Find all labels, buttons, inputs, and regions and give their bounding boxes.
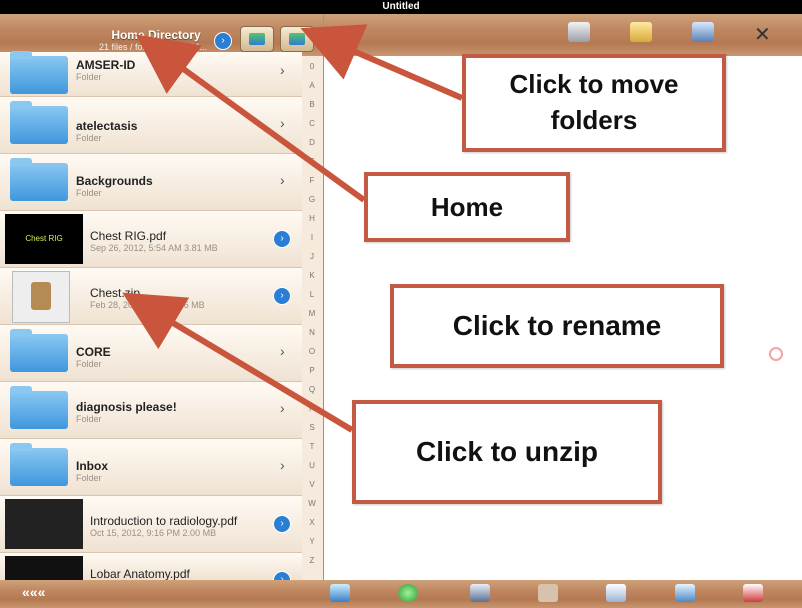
- callout-text: Click to rename: [452, 310, 662, 341]
- callout-text: Click to unzip: [416, 436, 598, 467]
- arrow-home: [135, 34, 366, 203]
- callout-text: Home: [430, 192, 504, 222]
- callout-move-folders: Click to move folders: [462, 54, 726, 152]
- callout-text: Click to move folders: [509, 69, 679, 135]
- callout-unzip: Click to unzip: [352, 400, 662, 504]
- callout-home: Home: [364, 172, 570, 242]
- arrow-unzip: [122, 292, 354, 433]
- callout-rename: Click to rename: [390, 284, 724, 368]
- arrow-move-folders: [300, 24, 464, 101]
- pointer-indicator: [769, 347, 783, 361]
